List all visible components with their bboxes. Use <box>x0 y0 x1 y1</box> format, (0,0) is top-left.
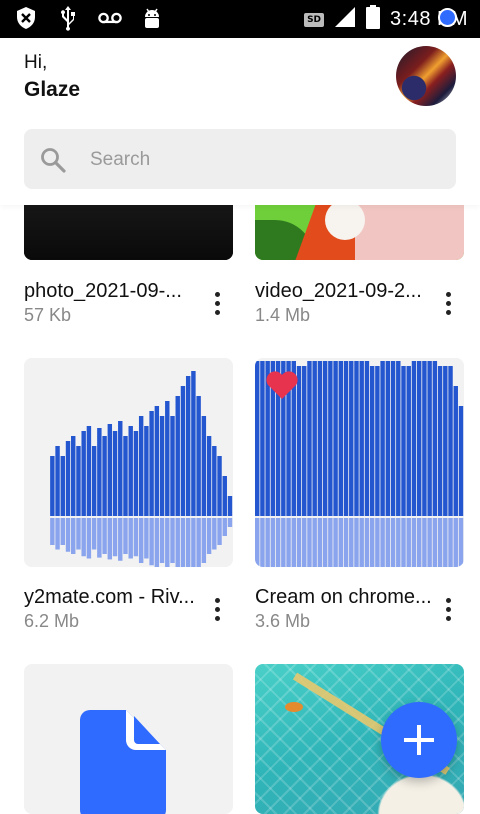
search-input[interactable] <box>88 129 442 191</box>
favorite-heart-icon[interactable] <box>265 370 299 405</box>
user-name: Glaze <box>24 78 81 101</box>
usb-icon <box>56 6 80 31</box>
file-size: 1.4 Mb <box>255 305 311 325</box>
file-card-audio[interactable] <box>255 358 464 567</box>
file-name: photo_2021-09-... <box>24 280 182 302</box>
voicemail-icon <box>98 6 122 30</box>
search-icon <box>40 147 66 178</box>
file-name: Cream on chrome... <box>255 586 432 608</box>
signal-icon <box>334 6 356 33</box>
status-bar: SD 3:48 PM <box>0 0 480 38</box>
more-options-icon[interactable] <box>207 286 227 320</box>
greeting-text: Hi, <box>24 52 48 73</box>
avatar[interactable] <box>396 46 456 106</box>
battery-icon <box>366 5 381 34</box>
file-size: 57 Kb <box>24 305 72 325</box>
search-bar[interactable] <box>24 129 456 191</box>
more-options-icon[interactable] <box>438 592 458 626</box>
file-size: 6.2 Mb <box>24 611 80 631</box>
add-file-button[interactable] <box>381 702 457 778</box>
file-card-document[interactable] <box>24 664 233 814</box>
document-icon <box>80 710 170 814</box>
file-size: 3.6 Mb <box>255 611 311 631</box>
file-name: y2mate.com - Riv... <box>24 586 195 608</box>
notification-dot <box>438 8 457 27</box>
more-options-icon[interactable] <box>438 286 458 320</box>
sd-card-icon: SD <box>304 12 325 27</box>
more-options-icon[interactable] <box>207 592 227 626</box>
shield-x-icon <box>14 6 38 30</box>
file-name: video_2021-09-2... <box>255 280 422 302</box>
android-icon <box>140 6 164 30</box>
file-card-audio[interactable] <box>24 358 233 567</box>
plus-icon <box>404 725 434 755</box>
waveform-thumbnail <box>24 358 233 567</box>
header: Hi, Glaze <box>0 38 480 205</box>
